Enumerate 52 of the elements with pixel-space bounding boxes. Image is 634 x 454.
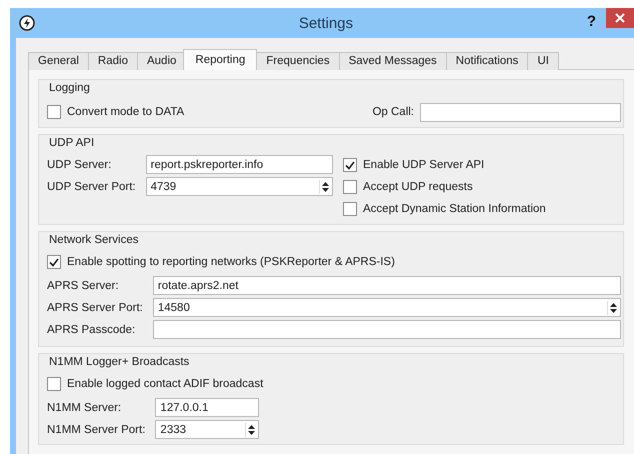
input-field[interactable]: 127.0.0.1: [155, 398, 260, 417]
spin-box[interactable]: 2333: [155, 420, 260, 439]
check-icon: [345, 160, 355, 170]
field-label: N1MM Server:: [47, 402, 122, 414]
checkbox[interactable]: [47, 105, 61, 119]
tab[interactable]: Saved Messages: [338, 52, 447, 70]
field-label: Op Call:: [372, 106, 414, 118]
field-label: UDP Server Port:: [47, 180, 136, 192]
checkbox-label: Enable logged contact ADIF broadcast: [67, 378, 264, 390]
checkbox-label: Convert mode to DATA: [67, 106, 184, 118]
tab[interactable]: Reporting: [183, 49, 258, 70]
checkbox[interactable]: [47, 377, 61, 391]
spin-arrows[interactable]: [607, 300, 619, 314]
spin-arrows[interactable]: [319, 180, 331, 194]
field-label: APRS Passcode:: [47, 324, 136, 336]
field-label: APRS Server Port:: [47, 302, 143, 314]
spin-arrows[interactable]: [245, 422, 258, 436]
up-down-arrows-icon: [609, 302, 618, 314]
field-label: APRS Server:: [47, 280, 120, 292]
up-down-arrows-icon: [247, 424, 256, 436]
window-title: Settings: [298, 14, 354, 32]
group-title: Logging: [49, 82, 90, 94]
checkbox-label: Enable spotting to reporting networks (PSKReporter & APRS-IS): [67, 256, 395, 268]
group-title: Network Services: [49, 234, 138, 246]
tab[interactable]: Frequencies: [256, 52, 340, 70]
check-icon: [49, 258, 59, 266]
tab[interactable]: Radio: [88, 52, 138, 70]
group-title: UDP API: [49, 137, 94, 149]
spin-box[interactable]: 14580: [152, 298, 621, 317]
checkbox-label: Enable UDP Server API: [363, 159, 484, 171]
tab[interactable]: UI: [527, 52, 559, 70]
tab[interactable]: General: [28, 52, 89, 70]
spin-box[interactable]: 4739: [146, 177, 333, 196]
close-icon: [615, 13, 625, 23]
field-label: N1MM Server Port:: [47, 424, 146, 436]
checkbox[interactable]: [343, 202, 357, 216]
tab[interactable]: Notifications: [446, 52, 528, 70]
up-down-arrows-icon: [321, 180, 330, 192]
input-field[interactable]: rotate.aprs2.net: [152, 276, 621, 295]
checkbox-label: Accept Dynamic Station Information: [363, 203, 546, 215]
group-title: N1MM Logger+ Broadcasts: [49, 356, 190, 368]
field-label: UDP Server:: [47, 158, 112, 170]
checkbox[interactable]: [47, 255, 61, 269]
help-button[interactable]: ?: [586, 12, 596, 30]
input-field[interactable]: [420, 102, 621, 122]
input-field[interactable]: report.pskreporter.info: [146, 155, 333, 174]
checkbox[interactable]: [343, 180, 357, 194]
app-icon: [19, 15, 35, 31]
input-field[interactable]: [152, 320, 621, 339]
checkbox[interactable]: [343, 158, 357, 172]
checkbox-label: Accept UDP requests: [363, 181, 473, 193]
close-button[interactable]: [606, 8, 634, 28]
